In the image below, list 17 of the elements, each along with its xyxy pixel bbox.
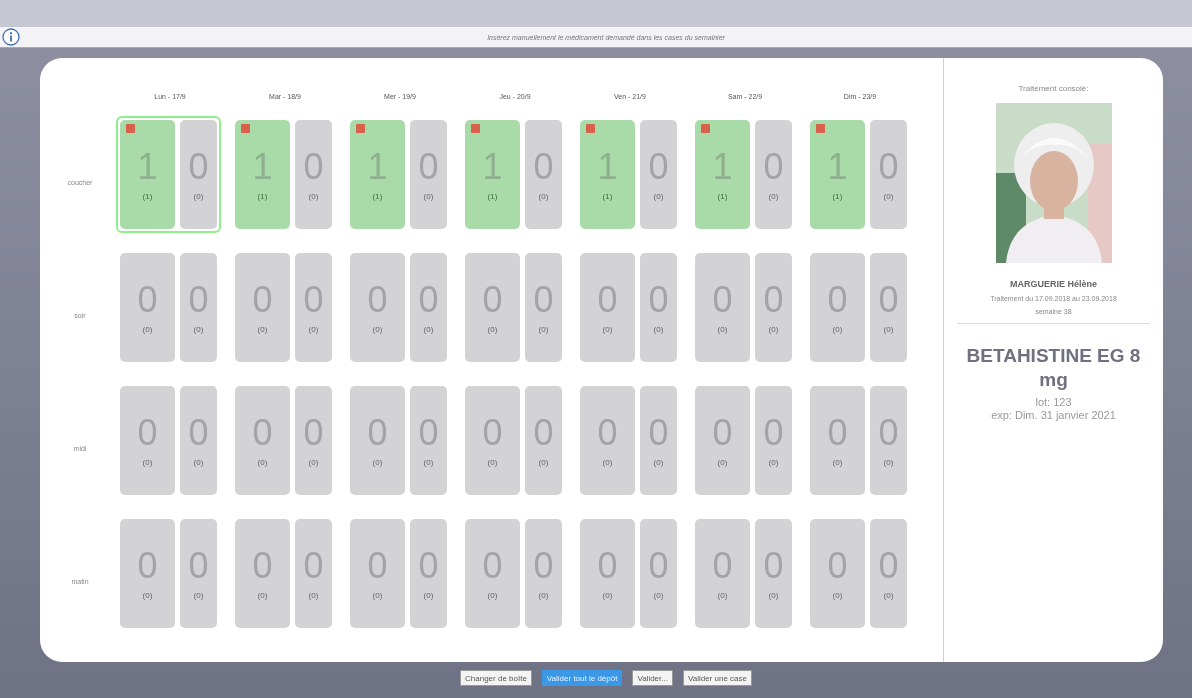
- lot-number: lot: 123: [1035, 396, 1072, 409]
- pill-marker: [241, 124, 250, 133]
- pill-marker: [126, 124, 135, 133]
- pill-marker: [701, 124, 710, 133]
- pill-marker: [356, 124, 365, 133]
- panel-heading: Traitement consolé:: [1018, 84, 1089, 93]
- action-button[interactable]: Valider tout le dépôt: [541, 670, 623, 686]
- info-icon[interactable]: [2, 28, 20, 46]
- action-button[interactable]: Changer de boîte: [460, 670, 532, 686]
- action-button[interactable]: Valider...: [632, 670, 673, 686]
- expiry-date: exp: Dim. 31 janvier 2021: [991, 409, 1116, 422]
- patient-name: MARGUERIE Hélène: [1010, 279, 1097, 289]
- pill-marker: [816, 124, 825, 133]
- medication-name: BETAHISTINE EG 8 mg: [965, 344, 1142, 392]
- action-button[interactable]: Valider une case: [682, 670, 752, 686]
- pill-marker: [586, 124, 595, 133]
- pill-marker: [471, 124, 480, 133]
